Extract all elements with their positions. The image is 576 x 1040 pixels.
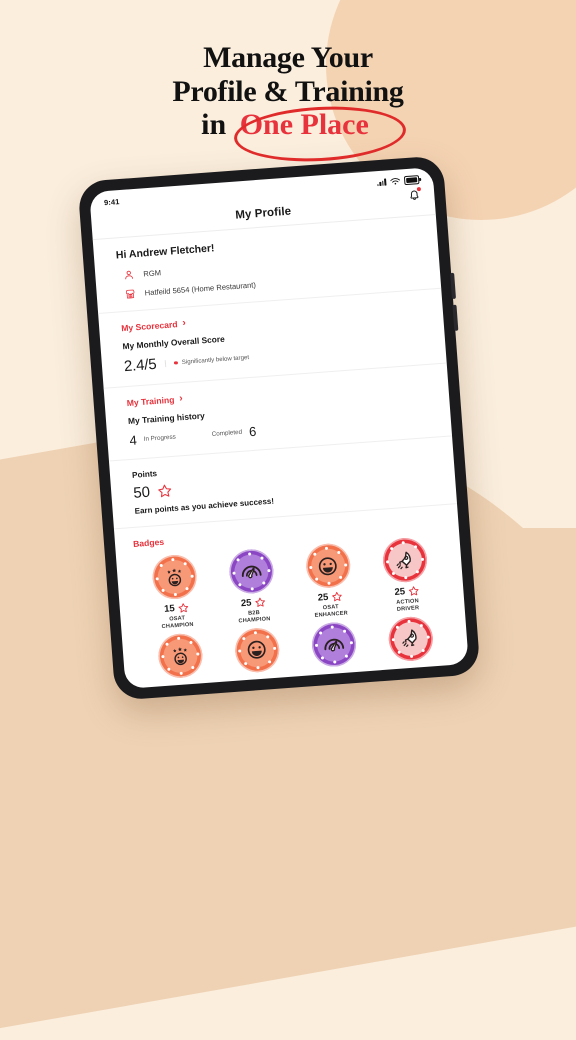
headline-line-3-prefix: in bbox=[201, 108, 234, 141]
badge-item[interactable]: 25 OSAT ENHANCER bbox=[288, 541, 370, 621]
badge-points: 25 bbox=[317, 591, 342, 604]
badge-points-value: 25 bbox=[240, 597, 252, 610]
badge-name: ACTION DRIVER bbox=[396, 598, 420, 613]
page-title: My Profile bbox=[234, 205, 292, 222]
badge-points: 25 bbox=[394, 585, 419, 598]
star-outline-icon bbox=[331, 591, 342, 602]
headline-highlight-text: One Place bbox=[239, 108, 369, 141]
badge-name: OSAT ENHANCER bbox=[314, 604, 349, 619]
badge-item[interactable]: 15 OSAT CHAMPION bbox=[134, 552, 216, 632]
status-bar-time: 9:41 bbox=[103, 197, 120, 208]
completed-count: 6 bbox=[248, 423, 257, 440]
volume-down-button[interactable] bbox=[452, 304, 459, 331]
rocket-icon bbox=[397, 626, 424, 653]
status-dot-icon bbox=[174, 360, 178, 365]
in-progress-count: 4 bbox=[128, 432, 138, 448]
badge-item[interactable] bbox=[217, 625, 297, 675]
gauge-icon bbox=[237, 558, 265, 586]
badge-item[interactable] bbox=[140, 631, 220, 681]
battery-full-icon bbox=[403, 175, 420, 185]
badges-section: Badges 15 OSAT CHAMPION 25 B2B CHAMPION … bbox=[114, 504, 468, 682]
badge-medal bbox=[156, 632, 204, 680]
badge-medal bbox=[309, 621, 358, 669]
chevron-right-icon: › bbox=[178, 392, 184, 405]
signal-bars-icon bbox=[376, 178, 387, 187]
profile-restaurant-label: Hatfeild 5654 (Home Restaurant) bbox=[144, 280, 257, 298]
star-outline-icon bbox=[408, 586, 419, 596]
score-status-text: Significantly below target bbox=[181, 354, 250, 366]
badge-name: B2B CHAMPION bbox=[238, 609, 271, 625]
headline-line-3: in One Place bbox=[0, 109, 576, 141]
status-bar-icons bbox=[376, 175, 420, 187]
headline-line-1: Manage Your bbox=[203, 41, 373, 74]
badge-points-value: 25 bbox=[394, 586, 406, 598]
my-scorecard-link-label: My Scorecard bbox=[120, 319, 178, 334]
score-status-badge: Significantly below target bbox=[165, 354, 250, 368]
marketing-headline: Manage Your Profile & Training in One Pl… bbox=[0, 42, 576, 141]
my-training-link-label: My Training bbox=[126, 394, 175, 409]
badge-medal bbox=[304, 542, 352, 590]
in-progress-label: In Progress bbox=[143, 433, 177, 443]
badge-item[interactable]: 25 B2B CHAMPION bbox=[211, 547, 293, 627]
badge-item[interactable]: 25 ACTION DRIVER bbox=[365, 535, 447, 615]
rocket-icon bbox=[391, 547, 418, 574]
badge-medal bbox=[233, 626, 281, 674]
bell-notification-icon[interactable] bbox=[407, 186, 422, 202]
badge-points-value: 15 bbox=[163, 603, 176, 615]
star-outline-icon bbox=[178, 603, 188, 613]
badge-points: 25 bbox=[241, 596, 266, 609]
store-icon bbox=[125, 289, 135, 299]
badge-medal bbox=[150, 553, 198, 601]
badge-points-value: 25 bbox=[317, 591, 329, 604]
badge-item[interactable] bbox=[370, 614, 450, 664]
tablet-device-mockup: 9:41 My Profile Hi Andrew Fletcher! RGM … bbox=[77, 155, 481, 701]
profile-role-label: RGM bbox=[143, 268, 162, 279]
badge-medal bbox=[227, 547, 275, 595]
completed-label: Completed bbox=[211, 428, 243, 438]
gauge-icon bbox=[320, 631, 348, 659]
headline-line-2: Profile & Training bbox=[172, 74, 404, 108]
star-outline-icon bbox=[255, 597, 265, 607]
badge-name: OSAT CHAMPION bbox=[161, 615, 194, 631]
star-outline-icon bbox=[157, 484, 171, 498]
badge-item[interactable] bbox=[293, 620, 373, 670]
smiley-icon bbox=[243, 637, 270, 664]
tablet-screen: 9:41 My Profile Hi Andrew Fletcher! RGM … bbox=[89, 167, 469, 689]
monthly-score-value: 2.4/5 bbox=[123, 355, 158, 376]
smiley-icon bbox=[314, 552, 341, 579]
volume-up-button[interactable] bbox=[450, 272, 457, 299]
person-icon bbox=[125, 270, 134, 280]
points-value: 50 bbox=[132, 483, 151, 502]
badge-medal bbox=[386, 615, 434, 663]
badge-points: 15 bbox=[164, 602, 189, 615]
chevron-right-icon: › bbox=[182, 317, 187, 329]
wifi-icon bbox=[390, 177, 400, 184]
badge-medal bbox=[380, 536, 429, 584]
smiley-stars-icon bbox=[167, 643, 193, 669]
smiley-stars-icon bbox=[161, 564, 187, 590]
